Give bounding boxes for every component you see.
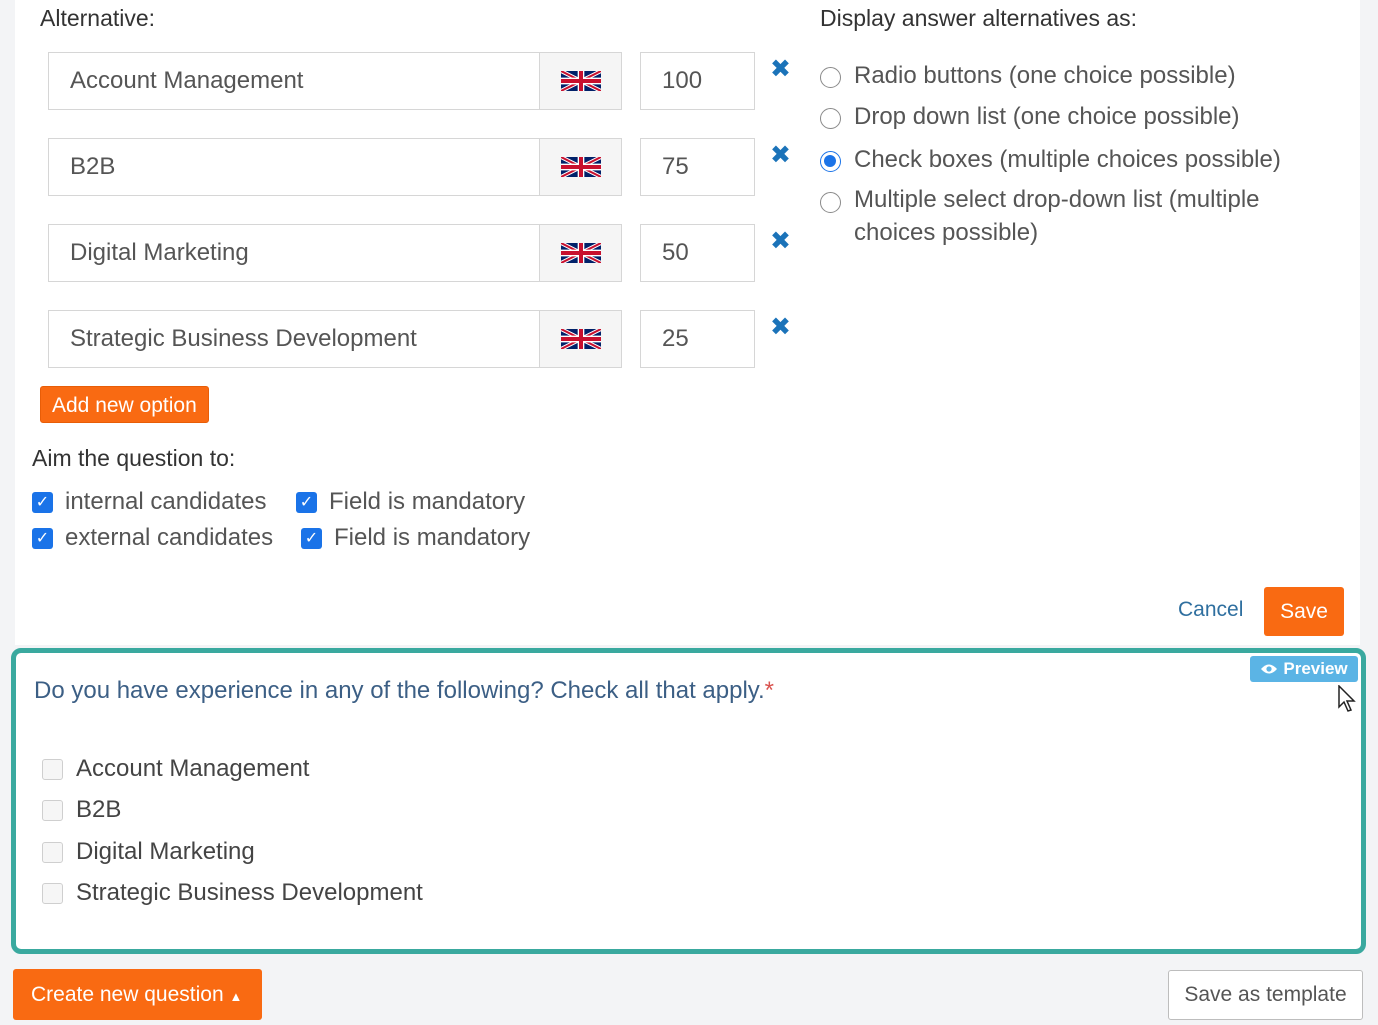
external-mandatory-checkbox[interactable]: ✓ Field is mandatory xyxy=(301,524,530,552)
radio-button[interactable] xyxy=(820,67,841,88)
alternative-text-input[interactable]: Digital Marketing xyxy=(48,224,540,282)
uk-flag-icon[interactable] xyxy=(539,310,622,368)
preview-option[interactable]: B2B xyxy=(42,796,121,824)
radio-button[interactable] xyxy=(820,108,841,129)
display-options-title: Display answer alternatives as: xyxy=(820,5,1138,31)
save-as-template-button[interactable]: Save as template xyxy=(1168,970,1363,1020)
preview-option[interactable]: Account Management xyxy=(42,755,309,783)
caret-up-icon: ▲ xyxy=(229,989,243,1004)
close-icon[interactable]: ✖ xyxy=(770,314,791,340)
alternatives-title: Alternative: xyxy=(40,5,156,31)
preview-badge[interactable]: Preview xyxy=(1250,656,1358,682)
checkbox-label: internal candidates xyxy=(65,488,267,515)
radio-button-selected[interactable] xyxy=(820,151,841,172)
display-option-label: Check boxes (multiple choices possible) xyxy=(854,146,1281,173)
checkbox[interactable] xyxy=(42,758,63,780)
preview-option[interactable]: Strategic Business Development xyxy=(42,879,423,907)
alternative-score-input[interactable]: 75 xyxy=(640,138,755,196)
alternative-score-input[interactable]: 100 xyxy=(640,52,755,110)
option-label: B2B xyxy=(76,796,122,823)
alternative-score-input[interactable]: 25 xyxy=(640,310,755,368)
checkbox-checked[interactable]: ✓ xyxy=(296,491,317,513)
checkbox-label: external candidates xyxy=(65,524,274,551)
display-option-label: Radio buttons (one choice possible) xyxy=(854,62,1236,89)
checkbox-label: Field is mandatory xyxy=(334,524,531,551)
checkbox[interactable] xyxy=(42,799,63,821)
required-mark: * xyxy=(764,677,775,704)
display-option-dropdown[interactable]: Drop down list (one choice possible) xyxy=(820,103,1240,131)
preview-label: Preview xyxy=(1283,659,1348,678)
checkbox-checked[interactable]: ✓ xyxy=(32,491,53,513)
create-label: Create new question xyxy=(31,983,224,1006)
display-option-multiselect[interactable]: Multiple select drop-down list (multiple… xyxy=(820,186,1300,249)
cancel-button[interactable]: Cancel xyxy=(1178,598,1243,622)
alternative-text-input[interactable]: Account Management xyxy=(48,52,540,110)
option-label: Strategic Business Development xyxy=(76,879,423,906)
checkbox-checked[interactable]: ✓ xyxy=(301,527,322,549)
preview-option[interactable]: Digital Marketing xyxy=(42,838,255,866)
uk-flag-icon[interactable] xyxy=(539,224,622,282)
internal-candidates-checkbox[interactable]: ✓ internal candidates xyxy=(32,488,266,516)
checkbox[interactable] xyxy=(42,841,63,863)
close-icon[interactable]: ✖ xyxy=(770,228,791,254)
checkbox-label: Field is mandatory xyxy=(329,488,526,515)
create-new-question-button[interactable]: Create new question ▲ xyxy=(13,969,262,1020)
preview-question: Do you have experience in any of the fol… xyxy=(34,677,775,704)
radio-button[interactable] xyxy=(820,192,841,213)
option-label: Digital Marketing xyxy=(76,838,255,865)
add-new-option-button[interactable]: Add new option xyxy=(40,386,209,423)
checkbox-checked[interactable]: ✓ xyxy=(32,527,53,549)
option-label: Account Management xyxy=(76,755,310,782)
display-option-radio[interactable]: Radio buttons (one choice possible) xyxy=(820,62,1236,90)
question-preview: Preview Do you have experience in any of… xyxy=(11,648,1366,954)
aim-title: Aim the question to: xyxy=(32,445,236,471)
save-button[interactable]: Save xyxy=(1264,587,1344,636)
display-option-label: Drop down list (one choice possible) xyxy=(854,103,1240,130)
checkbox[interactable] xyxy=(42,882,63,904)
uk-flag-icon[interactable] xyxy=(539,138,622,196)
external-candidates-checkbox[interactable]: ✓ external candidates xyxy=(32,524,273,552)
alternative-text-input[interactable]: Strategic Business Development xyxy=(48,310,540,368)
display-option-label: Multiple select drop-down list (multiple… xyxy=(854,186,1260,246)
display-option-checkboxes[interactable]: Check boxes (multiple choices possible) xyxy=(820,146,1281,174)
uk-flag-icon[interactable] xyxy=(539,52,622,110)
internal-mandatory-checkbox[interactable]: ✓ Field is mandatory xyxy=(296,488,525,516)
mouse-cursor-icon xyxy=(1338,685,1356,712)
alternative-text-input[interactable]: B2B xyxy=(48,138,540,196)
close-icon[interactable]: ✖ xyxy=(770,142,791,168)
eye-icon xyxy=(1261,664,1278,674)
alternative-score-input[interactable]: 50 xyxy=(640,224,755,282)
close-icon[interactable]: ✖ xyxy=(770,56,791,82)
